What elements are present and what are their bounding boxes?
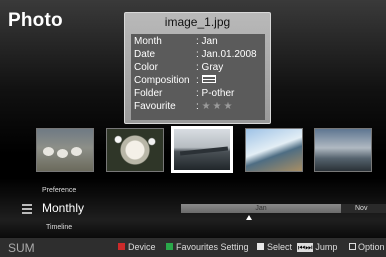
favourites-hint-label: Favourites Setting <box>176 242 249 252</box>
info-row-month: Month : Jan <box>134 36 218 47</box>
info-key: Color <box>134 62 158 73</box>
select-hint[interactable]: Select <box>257 242 292 253</box>
enter-button-icon <box>257 243 264 251</box>
sheep-shape <box>43 147 54 156</box>
timeline-position-marker-icon <box>246 215 252 220</box>
info-row-color: Color : Gray <box>134 62 223 73</box>
info-key: Date <box>134 49 156 60</box>
jump-hint[interactable]: ⏮⏭ Jump <box>297 242 337 253</box>
info-value: : <box>196 75 199 86</box>
green-button-icon <box>166 243 173 251</box>
select-hint-label: Select <box>267 242 293 252</box>
favourite-stars: ★★★ <box>201 101 235 112</box>
info-value: : P-other <box>196 88 235 99</box>
source-label: SUM <box>8 241 35 255</box>
bottom-help-bar: SUM Device Favourites Setting Select ⏮⏭ J… <box>0 238 386 257</box>
timeline-current-segment[interactable]: Jan <box>181 204 341 213</box>
option-hint-label: Option <box>358 242 385 252</box>
info-value: : Jan <box>196 36 218 47</box>
tools-icon <box>349 243 356 251</box>
thumbnail-beach-photo[interactable] <box>245 128 303 172</box>
list-icon <box>22 204 32 214</box>
sort-preference-label: Preference <box>42 187 77 194</box>
red-button-icon <box>118 243 125 251</box>
sort-mode-value: Monthly <box>42 201 85 215</box>
info-key: Favourite <box>134 101 176 112</box>
info-filename: image_1.jpg <box>164 15 231 29</box>
timeline-next-label: Nov <box>355 205 368 212</box>
timeline-current-label: Jan <box>255 205 267 212</box>
thumbnail-lake-photo-selected[interactable] <box>171 126 233 173</box>
photo-browser-screen: Photo image_1.jpg Month: Jan Date: Jan.0… <box>0 0 386 257</box>
info-row-folder: Folder : P-other <box>134 88 234 99</box>
app-title: Photo <box>8 10 63 31</box>
jump-hint-label: Jump <box>315 242 338 252</box>
info-key: Composition <box>134 75 190 86</box>
info-key: Folder <box>134 88 163 99</box>
timeline-next-segment[interactable]: Nov <box>341 204 386 213</box>
info-details: Month : Jan Date : Jan.01.2008 Color : Gray… <box>131 34 265 120</box>
sort-mode-selector[interactable]: Monthly <box>14 201 174 217</box>
device-hint[interactable]: Device <box>118 242 156 253</box>
composition-lines-icon <box>201 75 216 84</box>
skip-buttons-icon: ⏮⏭ <box>297 243 314 252</box>
option-hint[interactable]: Option <box>349 242 385 253</box>
info-row-composition: Composition: <box>134 75 216 86</box>
device-hint-label: Device <box>128 242 156 252</box>
info-key: Month <box>134 36 162 47</box>
info-row-date: Date : Jan.01.2008 <box>134 49 257 60</box>
info-value: : Gray <box>196 62 224 73</box>
daisy-detail <box>107 129 163 171</box>
sheep-shape <box>71 147 82 156</box>
favourites-setting-hint[interactable]: Favourites Setting <box>166 242 249 253</box>
file-info-popup: image_1.jpg Month : Jan Date : Jan.01.2008… <box>124 12 271 124</box>
thumbnail-daisy-photo[interactable] <box>106 128 164 172</box>
thumbnail-sheep-photo[interactable] <box>36 128 94 172</box>
thumbnail-waves-photo[interactable] <box>314 128 372 172</box>
sheep-shape <box>57 149 68 158</box>
info-row-favourite: Favourite: ★★★ <box>134 101 234 112</box>
info-value: : <box>196 101 199 112</box>
lake-shore <box>179 146 229 156</box>
info-value: : Jan.01.2008 <box>196 49 257 60</box>
sort-timeline-label: Timeline <box>46 224 73 231</box>
